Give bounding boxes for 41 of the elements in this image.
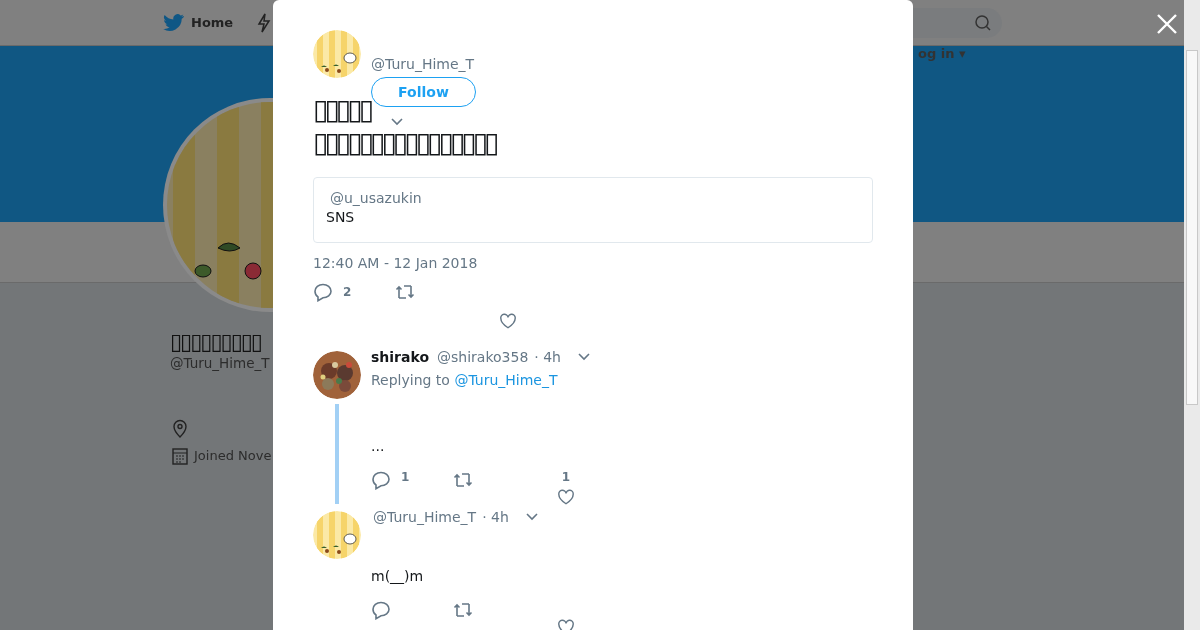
user-name[interactable]: shirako [371,349,429,365]
caret-icon[interactable] [390,117,404,127]
user-handle[interactable]: @Turu_Hime_T [371,56,475,78]
tweet-text: ▯▯▯▯▯ [313,93,372,126]
reply-icon[interactable] [313,282,333,302]
scrollbar[interactable] [1184,0,1200,630]
retweet-icon[interactable] [453,470,473,490]
lightning-icon[interactable] [257,12,272,33]
reply-count: 1 [401,470,411,484]
retweet-icon[interactable] [453,600,473,620]
heart-icon[interactable] [557,488,575,506]
home-link[interactable]: Home [191,15,234,30]
close-icon[interactable] [1156,13,1178,35]
profile-handle: @Turu_Hime_T [170,355,270,371]
reply-icon[interactable] [371,600,391,620]
like-count: 1 [561,470,571,486]
mention-link[interactable]: @Turu_Hime_T [454,372,558,388]
reply-text: ... [371,438,386,456]
user-handle[interactable]: @shirako358 [435,349,529,365]
tweet-age: · 4h [534,349,561,365]
tweet-age: · 4h [482,509,509,525]
caret-icon[interactable] [577,352,591,362]
reply-text: m(__)m [371,568,425,586]
calendar-icon [172,446,188,465]
caret-icon[interactable] [524,512,539,522]
reply-count: 2 [343,285,353,299]
user-handle[interactable]: @Turu_Hime_T [371,509,477,525]
search-icon[interactable] [974,13,992,32]
retweet-icon[interactable] [395,282,415,302]
quoted-handle: @u_usazukin [329,190,423,206]
quoted-tweet[interactable]: @u_usazukin SNS [313,177,873,243]
quoted-text: SNS [326,209,356,225]
replying-label: Replying to [371,372,450,388]
location-icon [172,418,188,439]
heart-icon[interactable] [499,312,517,330]
joined-date: Joined Nove [194,448,272,463]
tweet-timestamp: 12:40 AM - 12 Jan 2018 [313,255,479,271]
tweet-text: ▯▯▯▯▯▯▯▯▯▯▯▯▯▯▯▯ [313,126,498,159]
profile-name: ▯▯▯▯▯▯▯▯▯ [170,329,262,355]
reply-icon[interactable] [371,470,391,490]
follow-button[interactable]: Follow [371,77,476,107]
